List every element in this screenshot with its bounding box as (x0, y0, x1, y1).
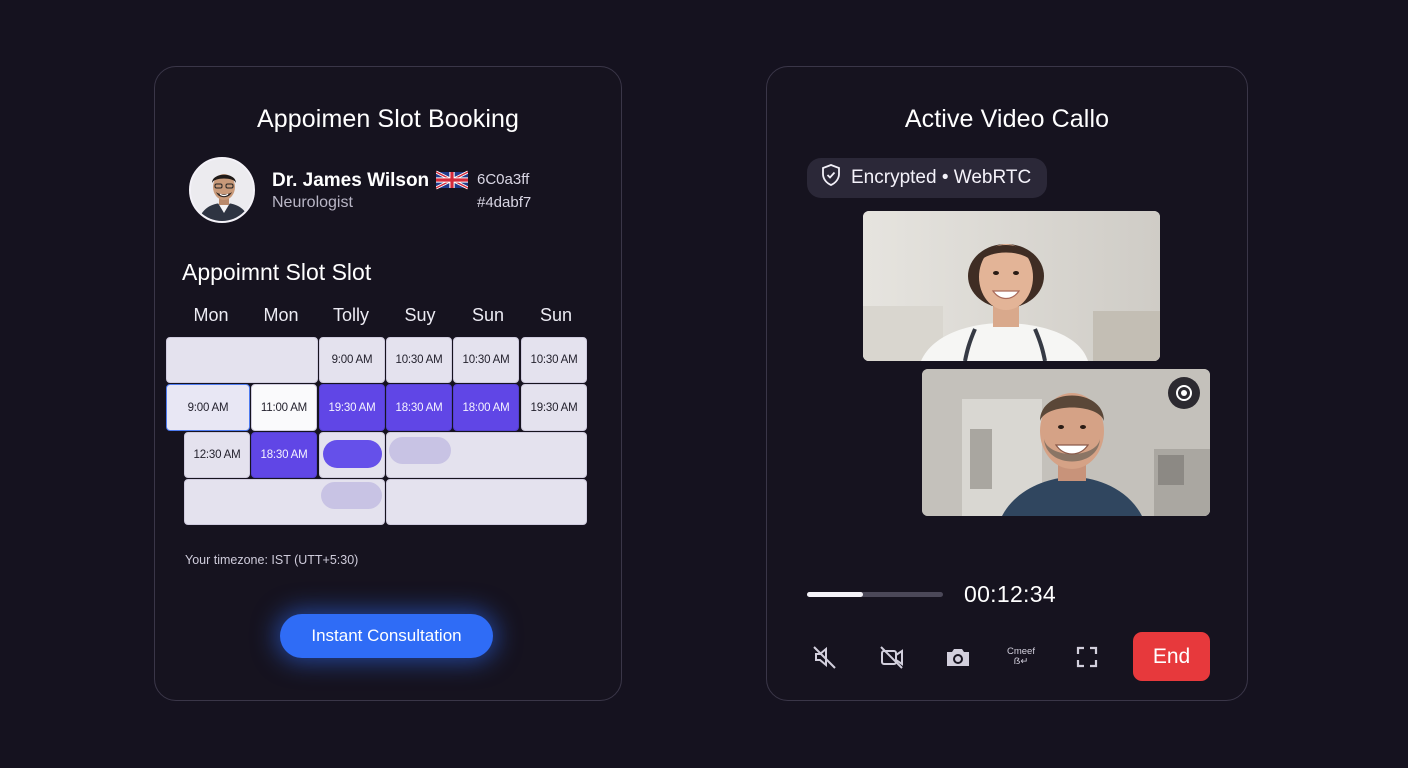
slot-skeleton (321, 482, 382, 509)
time-slot[interactable]: 10:30 AM (386, 337, 452, 383)
remote-video-feed (863, 211, 1160, 361)
slot-skeleton-active (323, 440, 382, 468)
time-slot-selected[interactable]: 18:00 AM (453, 384, 519, 431)
day-label: Mon (263, 305, 299, 325)
call-progress-fill (807, 592, 863, 597)
day-label: Sun (539, 305, 573, 325)
mic-off-icon[interactable] (807, 639, 843, 675)
time-slot[interactable]: 10:30 AM (453, 337, 519, 383)
booking-title: Appoimen Slot Booking (257, 105, 519, 133)
fullscreen-icon[interactable] (1069, 639, 1105, 675)
slot-loading (386, 479, 587, 525)
time-slot[interactable]: 9:00 AM (319, 337, 385, 383)
slot-section-title: Appoimnt Slot Slot (182, 259, 372, 285)
instant-consultation-button[interactable]: Instant Consultation (280, 614, 493, 658)
day-label: Suy (404, 305, 436, 325)
record-button[interactable] (1168, 377, 1200, 409)
time-slot[interactable]: 12:30 AM (184, 432, 250, 478)
call-timer: 00:12:34 (964, 581, 1056, 607)
slot-empty (166, 337, 318, 383)
time-slot[interactable]: 11:00 AM (251, 384, 317, 431)
color-code-primary: 6C0a3ff (477, 171, 530, 188)
day-label: Sun (471, 305, 505, 325)
call-progress-bar (807, 592, 943, 597)
day-label: Tolly (332, 305, 369, 325)
local-video-feed (922, 369, 1210, 516)
screen-share-label: Cmeef ẞ↵ (1007, 646, 1035, 667)
video-call-card: Active Video Callo Encrypted • WebRTC 00… (766, 66, 1248, 701)
booking-card: Appoimen Slot Booking Dr. James Wilson N… (154, 66, 622, 701)
call-title: Active Video Callo (904, 105, 1110, 133)
doctor-avatar (189, 157, 255, 223)
color-code-secondary: #4dabf7 (477, 194, 532, 211)
camera-icon[interactable] (940, 639, 976, 675)
encryption-label: Encrypted • WebRTC (851, 167, 1032, 188)
video-off-icon[interactable] (874, 639, 910, 675)
doctor-specialty: Neurologist (272, 194, 353, 211)
time-slot[interactable]: 10:30 AM (521, 337, 587, 383)
encryption-badge: Encrypted • WebRTC (807, 158, 1047, 198)
timezone-label: Your timezone: IST (UTT+5:30) (185, 553, 359, 567)
time-slot-selected[interactable]: 19:30 AM (319, 384, 385, 431)
time-slot-focused[interactable]: 9:00 AM (166, 384, 250, 431)
screen-share-button[interactable]: Cmeef ẞ↵ (1003, 639, 1039, 675)
end-call-button[interactable]: End (1133, 632, 1210, 681)
shield-check-icon (821, 164, 841, 192)
day-label: Mon (193, 305, 229, 325)
doctor-name: Dr. James Wilson (272, 170, 430, 191)
time-slot[interactable]: 19:30 AM (521, 384, 587, 431)
weekday-header: Mon Mon Tolly Suy Sun Sun (167, 305, 589, 329)
time-slot-selected[interactable]: 18:30 AM (386, 384, 452, 431)
slot-skeleton (389, 437, 451, 464)
time-slot-selected[interactable]: 18:30 AM (251, 432, 317, 478)
app-stage: Appoimen Slot Booking Dr. James Wilson N… (0, 0, 1408, 768)
uk-flag-icon (436, 170, 468, 190)
